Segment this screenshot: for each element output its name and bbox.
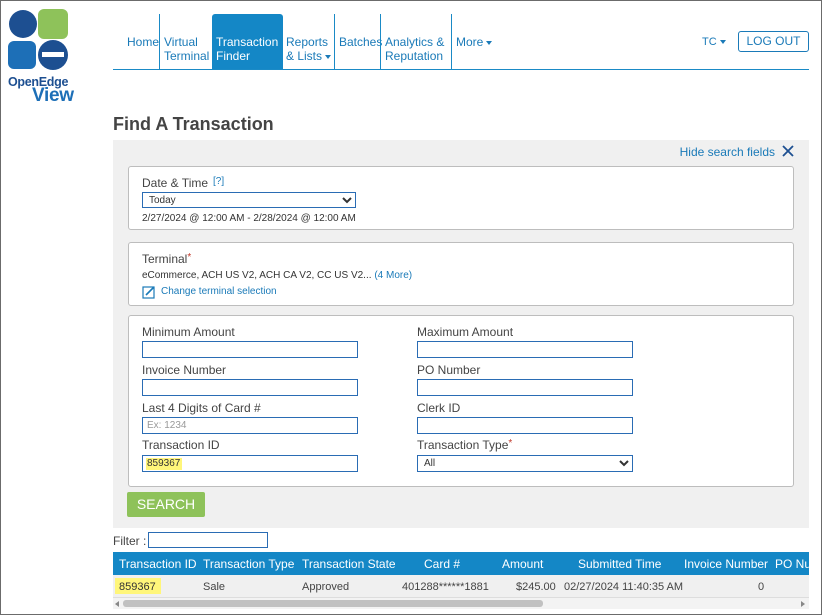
nav-home[interactable]: Home — [127, 14, 159, 69]
nav-virtual-terminal-line1: Virtual — [164, 35, 198, 49]
chevron-down-icon — [325, 54, 332, 59]
terminal-more-link[interactable]: (4 More) — [374, 270, 412, 281]
transaction-type-label: Transaction Type* — [417, 438, 512, 452]
cell-submitted-time: 02/27/2024 11:40:35 AM — [564, 581, 684, 593]
nav-virtual-terminal[interactable]: Virtual Terminal — [159, 14, 209, 69]
cell-invoice-number: 0 — [758, 581, 765, 593]
col-invoice-number[interactable]: Invoice Number — [684, 557, 768, 571]
logo-mark-icon — [8, 9, 70, 75]
po-number-label: PO Number — [417, 363, 481, 377]
transaction-type-label-text: Transaction Type — [417, 438, 509, 452]
edit-icon[interactable] — [142, 285, 156, 299]
terminal-label: Terminal* — [142, 252, 191, 266]
col-transaction-type[interactable]: Transaction Type — [203, 557, 294, 571]
last4-label: Last 4 Digits of Card # — [142, 401, 261, 415]
hide-search-fields-link[interactable]: Hide search fields — [680, 145, 775, 159]
required-mark: * — [508, 438, 513, 449]
logout-button[interactable]: LOG OUT — [738, 31, 809, 52]
scroll-right-icon[interactable] — [801, 601, 805, 607]
col-po-number[interactable]: PO Nu — [775, 557, 811, 571]
required-mark: * — [187, 252, 192, 263]
col-card-number[interactable]: Card # — [424, 557, 460, 571]
nav-transaction-finder[interactable]: Transaction Finder — [212, 14, 283, 69]
min-amount-label: Minimum Amount — [142, 325, 235, 339]
invoice-number-label: Invoice Number — [142, 363, 227, 377]
date-time-section: Date & Time [?] Today 2/27/2024 @ 12:00 A… — [128, 166, 794, 230]
nav-analytics-reputation[interactable]: Analytics & Reputation — [380, 14, 450, 69]
cell-transaction-type: Sale — [203, 581, 226, 593]
nav-reports-line2: & Lists — [286, 49, 323, 63]
terminal-label-text: Terminal — [142, 252, 188, 266]
nav-more[interactable]: More — [451, 14, 501, 69]
nav-batches[interactable]: Batches — [334, 14, 383, 69]
min-amount-input[interactable] — [142, 341, 358, 358]
col-submitted-time[interactable]: Submitted Time — [578, 557, 661, 571]
criteria-section: Minimum Amount Maximum Amount Invoice Nu… — [128, 315, 794, 487]
clerk-id-input[interactable] — [417, 417, 633, 434]
nav-virtual-terminal-line2: Terminal — [164, 49, 210, 63]
terminal-selection: eCommerce, ACH US V2, ACH CA V2, CC US V… — [142, 270, 412, 281]
date-range-select[interactable]: Today — [142, 192, 356, 208]
nav-reports-line1: Reports — [286, 35, 329, 49]
horizontal-scrollbar[interactable] — [113, 597, 809, 609]
po-number-input[interactable] — [417, 379, 633, 396]
max-amount-label: Maximum Amount — [417, 325, 514, 339]
nav-batches-label: Batches — [339, 35, 383, 49]
last4-input[interactable] — [142, 417, 358, 434]
user-initials: TC — [702, 36, 717, 48]
results-table-header: Transaction ID Transaction Type Transact… — [113, 552, 811, 575]
invoice-number-input[interactable] — [142, 379, 358, 396]
nav-more-label: More — [456, 35, 484, 49]
brand-view: View — [32, 85, 74, 106]
date-time-help-link[interactable]: [?] — [213, 176, 224, 187]
cell-amount: $245.00 — [516, 581, 556, 593]
filter-input[interactable] — [148, 532, 268, 548]
date-time-label: Date & Time [?] — [142, 176, 224, 190]
date-range-text: 2/27/2024 @ 12:00 AM - 2/28/2024 @ 12:00… — [142, 213, 356, 224]
change-terminal-link[interactable]: Change terminal selection — [161, 286, 277, 297]
nav-reports-lists[interactable]: Reports & Lists — [286, 14, 334, 69]
max-amount-input[interactable] — [417, 341, 633, 358]
nav-transaction-finder-line1: Transaction — [216, 35, 279, 49]
nav-analytics-line2: Reputation — [385, 49, 444, 63]
date-time-label-text: Date & Time — [142, 176, 209, 190]
scroll-left-icon[interactable] — [115, 601, 119, 607]
transaction-id-value: 859367 — [146, 458, 182, 470]
transaction-id-input[interactable]: 859367 — [142, 455, 358, 472]
chevron-down-icon — [486, 40, 493, 45]
close-icon[interactable] — [781, 144, 795, 158]
search-button[interactable]: SEARCH — [127, 492, 205, 517]
col-transaction-id[interactable]: Transaction ID — [119, 557, 197, 571]
transaction-id-label: Transaction ID — [142, 438, 220, 452]
col-amount[interactable]: Amount — [502, 557, 543, 571]
chevron-down-icon — [719, 40, 726, 45]
cell-transaction-id[interactable]: 859367 — [119, 581, 156, 593]
terminal-selection-text: eCommerce, ACH US V2, ACH CA V2, CC US V… — [142, 270, 372, 281]
col-transaction-state[interactable]: Transaction State — [302, 557, 396, 571]
user-menu[interactable]: TC — [702, 36, 726, 48]
table-row[interactable]: 859367 Sale Approved 401288******1881 $2… — [113, 575, 809, 597]
transaction-type-select[interactable]: All — [417, 455, 633, 472]
clerk-id-label: Clerk ID — [417, 401, 461, 415]
terminal-section: Terminal* eCommerce, ACH US V2, ACH CA V… — [128, 242, 794, 306]
nav-analytics-line1: Analytics & — [385, 35, 445, 49]
search-panel: Hide search fields Date & Time [?] Today … — [113, 140, 809, 528]
cell-transaction-state: Approved — [302, 581, 350, 593]
openedge-logo[interactable]: OpenEdge View — [8, 9, 74, 106]
nav-home-label: Home — [127, 35, 160, 49]
cell-card-number: 401288******1881 — [402, 581, 489, 593]
scrollbar-thumb[interactable] — [123, 600, 543, 607]
filter-label: Filter : — [113, 534, 147, 548]
page-title: Find A Transaction — [113, 114, 274, 134]
nav-transaction-finder-line2: Finder — [216, 49, 251, 63]
